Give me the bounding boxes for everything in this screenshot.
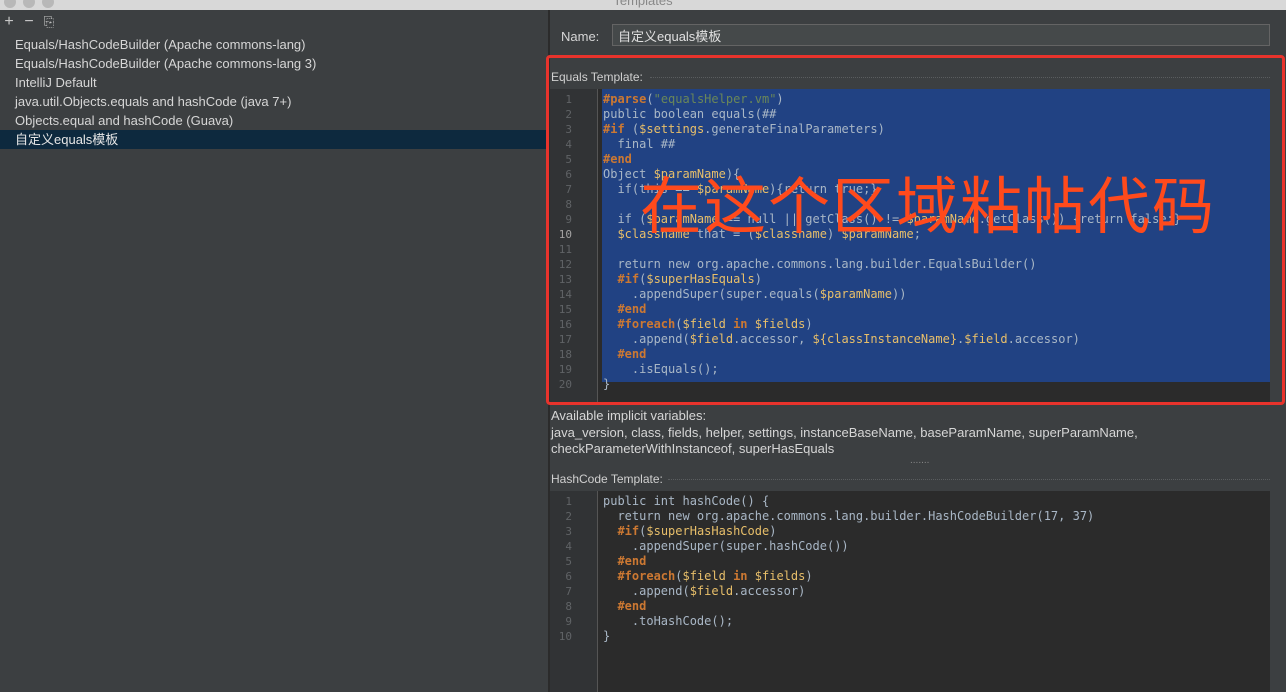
line-number: 10 bbox=[558, 228, 572, 241]
template-list-item[interactable]: Equals/HashCodeBuilder (Apache commons-l… bbox=[0, 54, 548, 73]
annotation-text: 在这个区域粘帖代码 bbox=[640, 170, 1217, 243]
implicit-variables-line1: java_version, class, fields, helper, set… bbox=[551, 424, 1138, 440]
line-number: 5 bbox=[565, 153, 572, 166]
code-text: return new org.apache.commons.lang.build… bbox=[603, 257, 1037, 271]
copy-icon[interactable]: ⎘ bbox=[42, 14, 56, 30]
code-text: .append($field.accessor) bbox=[603, 584, 806, 598]
code-text: #end bbox=[617, 554, 647, 568]
add-icon[interactable]: + bbox=[2, 14, 16, 30]
gutter-separator bbox=[597, 491, 598, 692]
code-text: #end bbox=[617, 302, 647, 316]
template-list-panel: + − ⎘ Equals/HashCodeBuilder (Apache com… bbox=[0, 10, 548, 692]
hashcode-template-label: HashCode Template: bbox=[551, 472, 663, 486]
line-number: 9 bbox=[565, 615, 572, 628]
line-number: 2 bbox=[565, 108, 572, 121]
line-number: 5 bbox=[565, 555, 572, 568]
line-number: 20 bbox=[558, 378, 572, 391]
code-text: .appendSuper(super.hashCode()) bbox=[603, 539, 849, 553]
window-title: Templates bbox=[613, 0, 673, 8]
resize-handle[interactable]: ....... bbox=[910, 455, 929, 466]
line-number: 8 bbox=[565, 600, 572, 613]
line-number: 7 bbox=[565, 183, 572, 196]
code-text: #if ($settings.generateFinalParameters) bbox=[603, 122, 885, 136]
code-text: .isEquals(); bbox=[603, 362, 719, 376]
code-text: #foreach($field in $fields) bbox=[617, 569, 813, 583]
code-text: .toHashCode(); bbox=[603, 614, 734, 628]
remove-icon[interactable]: − bbox=[22, 14, 36, 30]
line-number: 6 bbox=[565, 570, 572, 583]
line-number: 19 bbox=[558, 363, 572, 376]
line-number: 4 bbox=[565, 540, 572, 553]
line-number: 17 bbox=[558, 333, 572, 346]
line-number: 15 bbox=[558, 303, 572, 316]
code-text: #parse("equalsHelper.vm") bbox=[603, 92, 784, 106]
code-text: public int hashCode() { bbox=[603, 494, 770, 508]
template-list-item[interactable]: Equals/HashCodeBuilder (Apache commons-l… bbox=[0, 35, 548, 54]
line-number: 11 bbox=[558, 243, 572, 256]
template-editor-panel: Name: Equals Template: 1 #parse("equalsHe… bbox=[550, 10, 1286, 692]
code-text: } bbox=[603, 377, 611, 391]
code-text: .appendSuper(super.equals($paramName)) bbox=[603, 287, 907, 301]
line-number: 1 bbox=[565, 93, 572, 106]
equals-template-editor[interactable]: 1 #parse("equalsHelper.vm") 2 public boolea… bbox=[550, 89, 1270, 402]
gutter-separator bbox=[597, 89, 598, 402]
line-number: 7 bbox=[565, 585, 572, 598]
code-text: #if($superHasEquals) bbox=[617, 272, 762, 286]
line-number: 16 bbox=[558, 318, 572, 331]
template-list: Equals/HashCodeBuilder (Apache commons-l… bbox=[0, 35, 548, 149]
code-text: #end bbox=[617, 347, 647, 361]
line-number: 13 bbox=[558, 273, 572, 286]
template-list-item[interactable]: Objects.equal and hashCode (Guava) bbox=[0, 111, 548, 130]
code-text: #foreach($field in $fields) bbox=[617, 317, 813, 331]
line-number: 8 bbox=[565, 198, 572, 211]
hashcode-template-editor[interactable]: 1 public int hashCode() { 2 return new org… bbox=[550, 491, 1270, 692]
code-text: return new org.apache.commons.lang.build… bbox=[603, 509, 1095, 523]
line-number: 12 bbox=[558, 258, 572, 271]
template-list-item[interactable]: java.util.Objects.equals and hashCode (j… bbox=[0, 92, 548, 111]
line-number: 18 bbox=[558, 348, 572, 361]
code-text: .append($field.accessor, ${classInstance… bbox=[603, 332, 1080, 346]
line-number: 14 bbox=[558, 288, 572, 301]
hashcode-section-rule bbox=[668, 479, 1270, 480]
code-text: public boolean equals(## bbox=[603, 107, 777, 121]
implicit-variables-title: Available implicit variables: bbox=[551, 408, 707, 423]
implicit-variables: Available implicit variables: java_versi… bbox=[551, 408, 1281, 458]
code-text: #if($superHasHashCode) bbox=[617, 524, 777, 538]
line-number: 2 bbox=[565, 510, 572, 523]
code-text: #end bbox=[617, 599, 647, 613]
code-text: final ## bbox=[603, 137, 676, 151]
line-number: 4 bbox=[565, 138, 572, 151]
name-field[interactable] bbox=[612, 24, 1270, 46]
equals-section-rule bbox=[650, 77, 1270, 78]
code-text: #end bbox=[603, 152, 632, 166]
line-number: 1 bbox=[565, 495, 572, 508]
equals-template-label: Equals Template: bbox=[551, 70, 643, 84]
line-number: 10 bbox=[558, 630, 572, 643]
name-label: Name: bbox=[561, 29, 600, 44]
line-number: 3 bbox=[565, 525, 572, 538]
code-text: } bbox=[603, 629, 611, 643]
line-number: 3 bbox=[565, 123, 572, 136]
template-list-item[interactable]: 自定义equals模板 bbox=[0, 130, 548, 149]
list-toolbar: + − ⎘ bbox=[2, 14, 56, 30]
line-number: 6 bbox=[565, 168, 572, 181]
line-number: 9 bbox=[565, 213, 572, 226]
template-list-item[interactable]: IntelliJ Default bbox=[0, 73, 548, 92]
window-titlebar: Templates bbox=[0, 0, 1286, 10]
